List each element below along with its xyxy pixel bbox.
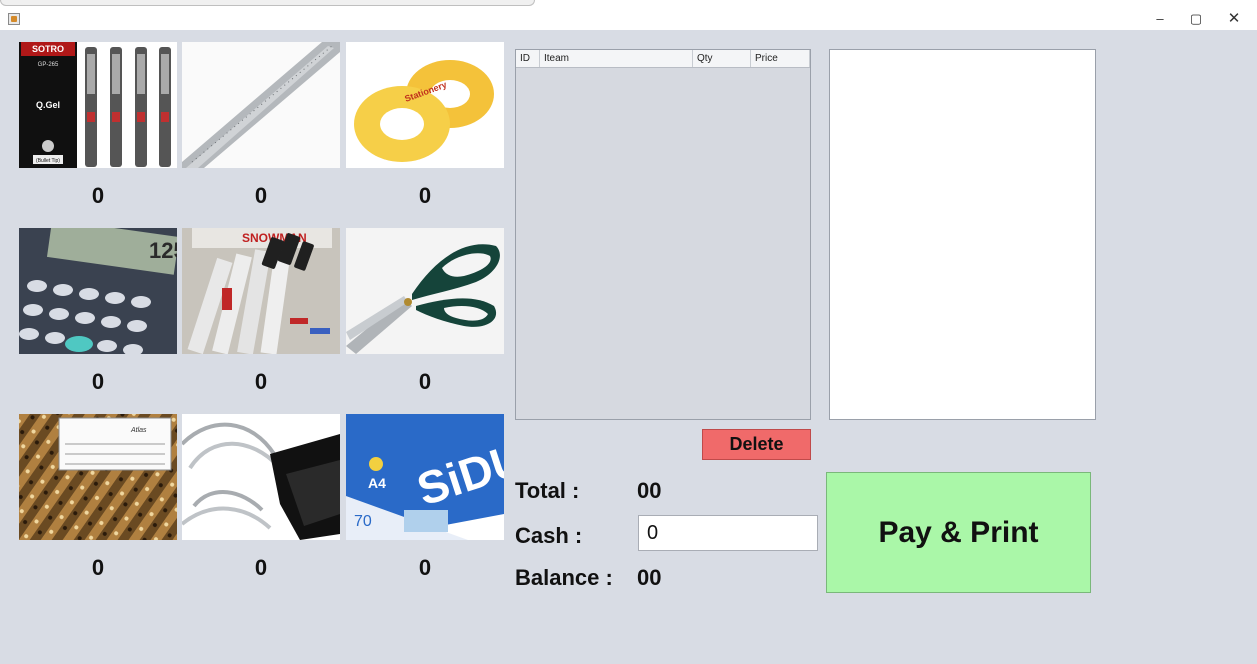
product-markers-image[interactable]: SNOWMAN (182, 228, 340, 354)
receipt-text-area[interactable] (829, 49, 1096, 420)
calculator-display-text: 12566 (149, 238, 177, 263)
product-qty: 0 (418, 369, 432, 394)
total-label: Total : (515, 478, 580, 503)
book-brand-text: Atlas (130, 427, 147, 434)
column-header-id[interactable]: ID (516, 50, 540, 67)
order-table-header: ID Iteam Qty Price (516, 50, 810, 68)
cash-input[interactable] (638, 515, 818, 551)
paper-weight-text: 70 (354, 513, 372, 530)
product-qty: 0 (254, 555, 268, 580)
column-header-price[interactable]: Price (751, 50, 810, 67)
order-table[interactable]: ID Iteam Qty Price (515, 49, 811, 420)
java-app-icon (8, 13, 20, 25)
product-scissors-image[interactable] (346, 228, 504, 354)
column-header-qty[interactable]: Qty (693, 50, 751, 67)
product-paper-image[interactable]: SiDU A4 70 (346, 414, 504, 540)
minimize-button[interactable]: – (1150, 10, 1170, 28)
product-qty: 0 (254, 183, 268, 208)
gel-pen-label-text: Q.Gel (36, 100, 60, 110)
product-qty: 0 (91, 555, 105, 580)
product-calculator-image[interactable]: 12566 (19, 228, 177, 354)
product-qty: 0 (91, 369, 105, 394)
background-window-edge (0, 0, 535, 6)
window-titlebar: – ▢ ✕ (0, 0, 1257, 30)
delete-button[interactable]: Delete (702, 429, 811, 460)
product-qty: 0 (91, 183, 105, 208)
product-tape-image[interactable]: Stationery (346, 42, 504, 168)
product-binder-clips-image[interactable] (182, 414, 340, 540)
balance-value: 00 (637, 565, 662, 590)
cash-label: Cash : (515, 523, 583, 548)
product-qty: 0 (254, 369, 268, 394)
gel-pen-brand-text: SOTRO (32, 44, 64, 54)
balance-label: Balance : (515, 565, 613, 590)
product-qty: 0 (418, 183, 432, 208)
product-qty: 0 (418, 555, 432, 580)
paper-size-text: A4 (368, 475, 386, 491)
gel-pen-tip-text: (Bullet Tip) (36, 158, 60, 164)
pay-print-button[interactable]: Pay & Print (826, 472, 1091, 593)
product-ruler-image[interactable] (182, 42, 340, 168)
product-book-image[interactable]: Atlas (19, 414, 177, 540)
column-header-item[interactable]: Iteam (540, 50, 693, 67)
maximize-button[interactable]: ▢ (1186, 10, 1206, 28)
total-value: 00 (637, 478, 662, 503)
product-gel-pen-image[interactable]: SOTRO GP-265 Q.Gel (Bullet Tip) (19, 42, 177, 168)
close-button[interactable]: ✕ (1224, 10, 1244, 28)
gel-pen-model-text: GP-265 (38, 62, 59, 68)
